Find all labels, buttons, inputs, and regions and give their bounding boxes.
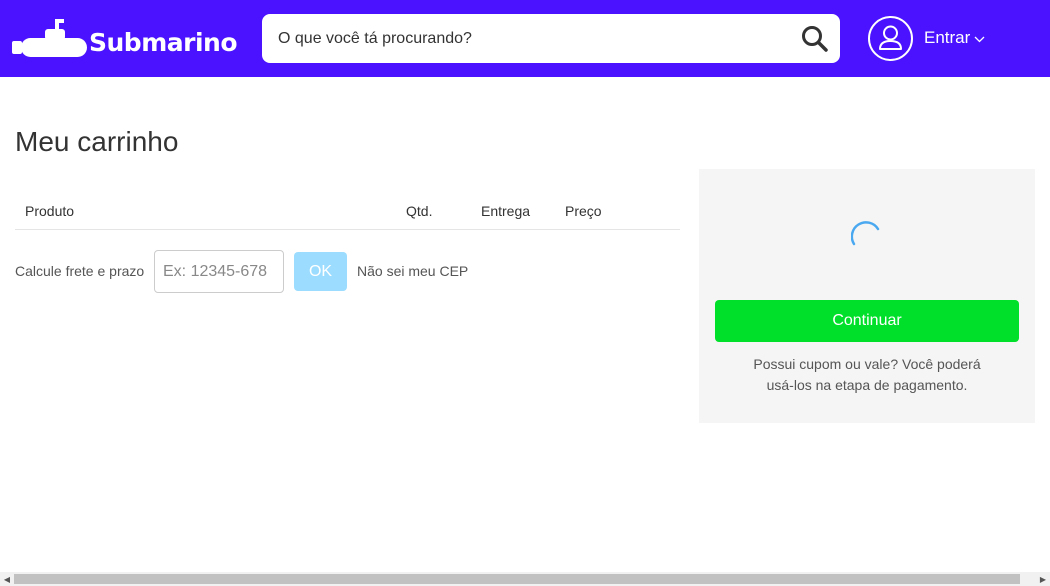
search-input[interactable]	[278, 14, 778, 63]
user-avatar-icon[interactable]	[868, 16, 913, 61]
cep-ok-button[interactable]: OK	[294, 252, 347, 291]
column-header-quantity: Qtd.	[406, 203, 433, 219]
coupon-info-text: Possui cupom ou vale? Você poderá usá-lo…	[699, 354, 1035, 396]
cart-table-header: Produto Qtd. Entrega Preço	[15, 192, 680, 230]
search-bar	[262, 14, 840, 63]
coupon-info-line-1: Possui cupom ou vale? Você poderá	[753, 356, 981, 372]
shipping-calc-label: Calcule frete e prazo	[15, 263, 145, 279]
column-header-delivery: Entrega	[481, 203, 531, 219]
continue-button[interactable]: Continuar	[715, 300, 1019, 342]
login-menu[interactable]: Entrar	[924, 28, 985, 48]
column-header-product: Produto	[25, 203, 75, 219]
search-icon[interactable]	[801, 25, 828, 52]
coupon-info-line-2: usá-los na etapa de pagamento.	[766, 377, 968, 393]
scroll-left-icon[interactable]: ◀	[0, 572, 14, 586]
chevron-down-icon	[974, 36, 985, 43]
column-header-price: Preço	[565, 203, 602, 219]
cep-input[interactable]	[154, 250, 284, 293]
page-title: Meu carrinho	[15, 126, 179, 157]
scrollbar-thumb[interactable]	[14, 574, 1020, 584]
order-summary-panel: Continuar Possui cupom ou vale? Você pod…	[699, 169, 1035, 423]
submarine-icon	[12, 19, 87, 57]
scroll-right-icon[interactable]: ▶	[1036, 572, 1050, 586]
unknown-cep-link[interactable]: Não sei meu CEP	[357, 263, 468, 279]
brand-name: Submarino	[89, 27, 238, 57]
horizontal-scrollbar[interactable]: ◀ ▶	[0, 572, 1050, 586]
login-label: Entrar	[924, 28, 971, 47]
loading-spinner-icon	[851, 221, 880, 246]
header: Submarino Entrar	[0, 0, 1050, 77]
submarino-logo[interactable]: Submarino	[11, 16, 238, 62]
